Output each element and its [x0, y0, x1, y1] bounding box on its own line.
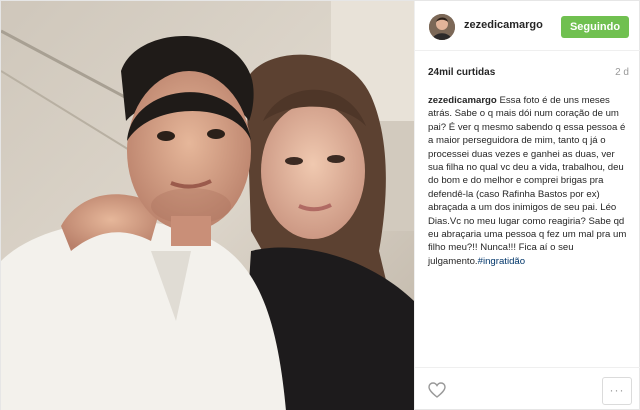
selfie-photo-image [1, 1, 414, 410]
more-options-icon[interactable]: ··· [602, 377, 632, 405]
username-link[interactable]: zezedicamargo [464, 19, 543, 31]
hashtag-link[interactable]: #ingratidão [478, 256, 525, 267]
caption-username-link[interactable]: zezedicamargo [428, 95, 497, 106]
post-side-panel: zezedicamargo Seguindo 24mil curtidas 2 … [414, 1, 640, 410]
avatar-image [429, 14, 455, 40]
post-footer: ··· [415, 367, 640, 410]
post-photo[interactable] [1, 1, 414, 410]
post-caption: zezedicamargo Essa foto é de uns meses a… [428, 94, 631, 268]
likes-row: 24mil curtidas 2 d [428, 67, 629, 83]
avatar[interactable] [429, 14, 455, 40]
instagram-post: zezedicamargo Seguindo 24mil curtidas 2 … [0, 0, 640, 410]
heart-icon-shape [428, 382, 446, 398]
likes-count[interactable]: 24mil curtidas [428, 67, 495, 78]
heart-icon[interactable] [428, 382, 446, 398]
caption-text: Essa foto é de uns meses atrás. Sabe o q… [428, 95, 627, 267]
following-button[interactable]: Seguindo [561, 16, 629, 38]
post-header: zezedicamargo Seguindo [415, 1, 640, 51]
post-time[interactable]: 2 d [615, 67, 629, 78]
